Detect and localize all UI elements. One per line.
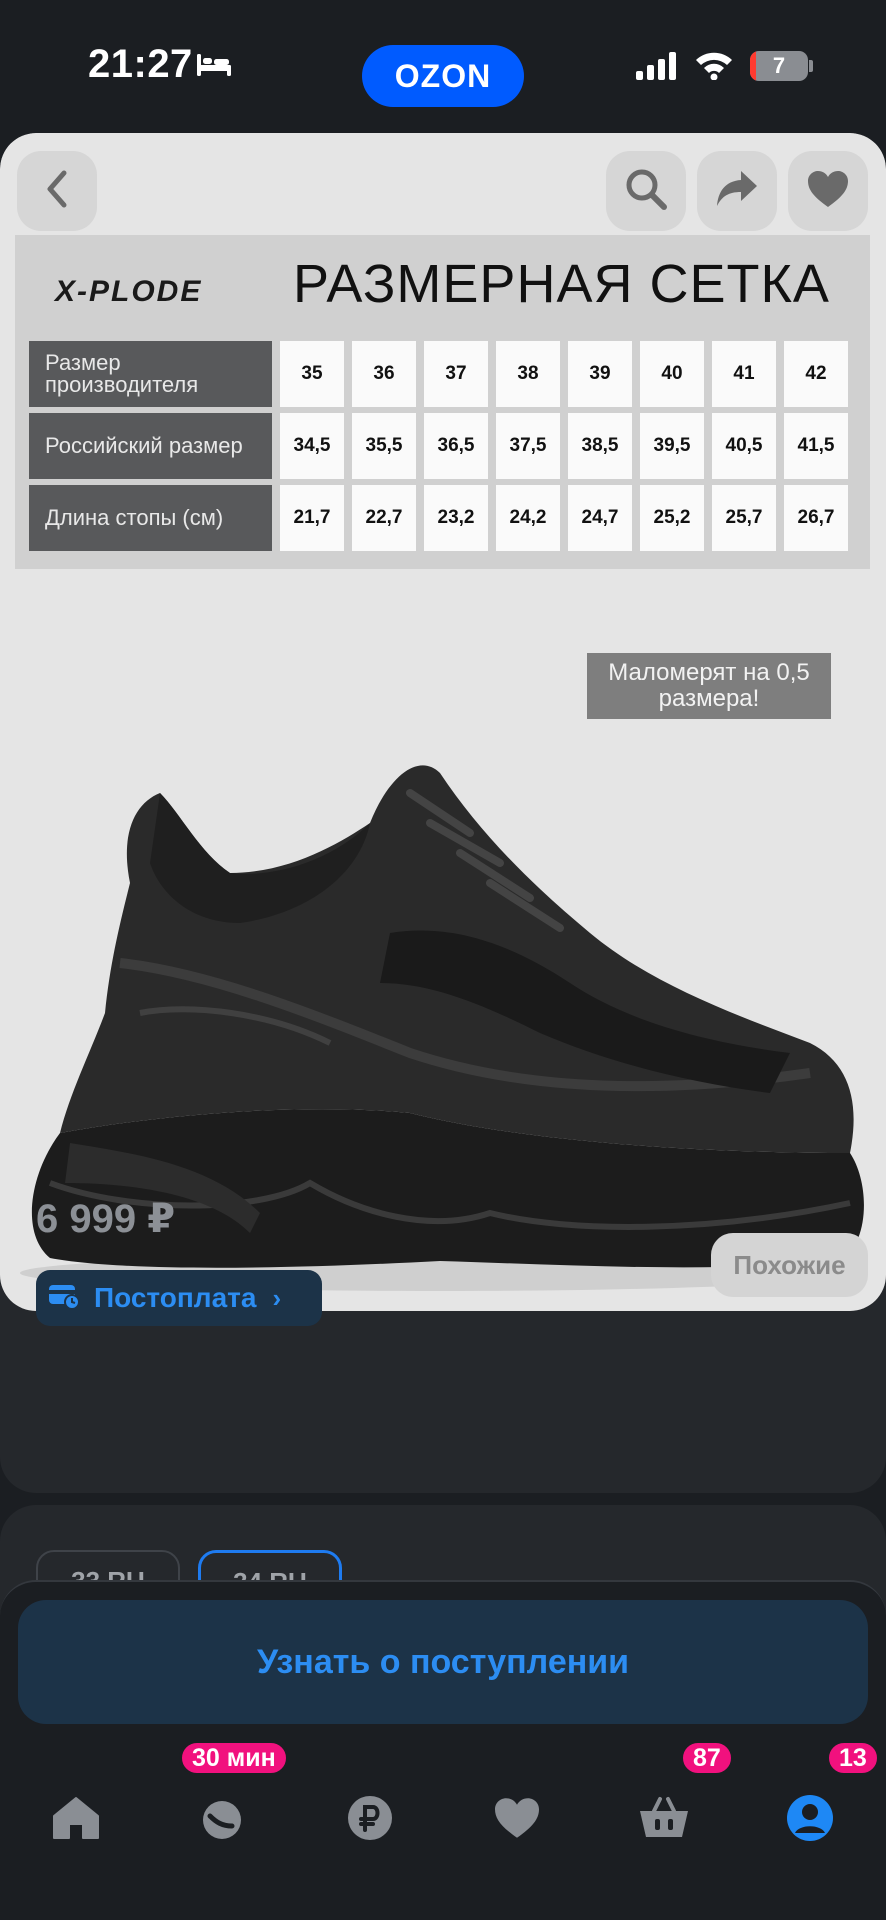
size-cell: 39,5 — [640, 413, 704, 479]
express-badge: 30 мин — [179, 1740, 289, 1776]
notify-button[interactable]: Узнать о поступлении — [18, 1600, 868, 1724]
size-cell: 37 — [424, 341, 488, 407]
wifi-icon — [694, 50, 734, 85]
share-icon — [715, 169, 759, 214]
back-icon — [44, 169, 70, 214]
signal-icon — [636, 52, 680, 85]
product-card: X-PLODE РАЗМЕРНАЯ СЕТКА Размер производи… — [0, 133, 886, 1493]
size-cell: 38 — [496, 341, 560, 407]
heart-icon — [492, 1796, 542, 1845]
heart-icon — [806, 169, 850, 214]
status-time: 21:27 — [88, 42, 193, 86]
tab-finance[interactable] — [340, 1790, 400, 1850]
tab-favorites[interactable] — [487, 1790, 547, 1850]
size-cell: 23,2 — [424, 485, 488, 551]
cart-icon — [638, 1795, 690, 1846]
card-clock-icon — [48, 1282, 80, 1315]
size-cell: 25,2 — [640, 485, 704, 551]
tab-profile[interactable] — [780, 1790, 840, 1850]
size-cell: 25,7 — [712, 485, 776, 551]
size-cell: 38,5 — [568, 413, 632, 479]
express-icon — [198, 1796, 246, 1845]
size-row-label: Длина стопы (см) — [29, 485, 272, 551]
profile-badge: 13 — [826, 1740, 880, 1776]
size-cell: 40 — [640, 341, 704, 407]
postpay-button[interactable]: Постоплата › — [36, 1270, 322, 1326]
postpay-label: Постоплата — [94, 1282, 257, 1313]
product-price: 6 999 ₽ — [36, 1197, 176, 1241]
battery-cap — [809, 60, 813, 72]
size-cell: 42 — [784, 341, 848, 407]
profile-icon — [785, 1793, 835, 1848]
size-cell: 34,5 — [280, 413, 344, 479]
size-row-label: Размер производителя — [29, 341, 272, 407]
search-icon — [624, 167, 668, 216]
battery-level: 7 — [772, 53, 786, 78]
home-icon — [52, 1796, 100, 1845]
tab-home[interactable] — [46, 1790, 106, 1850]
size-cell: 36,5 — [424, 413, 488, 479]
size-cell: 22,7 — [352, 485, 416, 551]
size-cell: 40,5 — [712, 413, 776, 479]
ruble-icon — [346, 1794, 394, 1847]
size-cell: 24,2 — [496, 485, 560, 551]
chevron-right-icon: › — [272, 1282, 282, 1313]
size-cell: 24,7 — [568, 485, 632, 551]
battery-indicator: 7 — [750, 51, 808, 81]
bed-icon — [195, 52, 233, 83]
size-cell: 36 — [352, 341, 416, 407]
brand-logo: X-PLODE — [55, 275, 203, 308]
favorite-button[interactable] — [788, 151, 868, 231]
size-chart-title: РАЗМЕРНАЯ СЕТКА — [293, 254, 830, 314]
back-button[interactable] — [17, 151, 97, 231]
size-cell: 35,5 — [352, 413, 416, 479]
share-button[interactable] — [697, 151, 777, 231]
size-cell: 37,5 — [496, 413, 560, 479]
cart-badge: 87 — [680, 1740, 734, 1776]
tab-express[interactable] — [192, 1790, 252, 1850]
size-cell: 41 — [712, 341, 776, 407]
bottom-action-sheet: Узнать о поступлении 30 мин 87 13 — [0, 1580, 886, 1920]
product-gallery[interactable]: X-PLODE РАЗМЕРНАЯ СЕТКА Размер производи… — [0, 133, 886, 1311]
tab-cart[interactable] — [634, 1790, 694, 1850]
status-bar: 21:27 OZON 7 — [0, 0, 886, 130]
size-chart: X-PLODE РАЗМЕРНАЯ СЕТКА Размер производи… — [15, 235, 870, 569]
ozon-logo[interactable]: OZON — [362, 45, 524, 107]
size-note: Маломерят на 0,5 размера! — [587, 653, 831, 719]
similar-button[interactable]: Похожие — [711, 1233, 868, 1297]
size-cell: 39 — [568, 341, 632, 407]
size-cell: 41,5 — [784, 413, 848, 479]
size-cell: 35 — [280, 341, 344, 407]
search-button[interactable] — [606, 151, 686, 231]
size-cell: 26,7 — [784, 485, 848, 551]
size-cell: 21,7 — [280, 485, 344, 551]
size-row-label: Российский размер — [29, 413, 272, 479]
